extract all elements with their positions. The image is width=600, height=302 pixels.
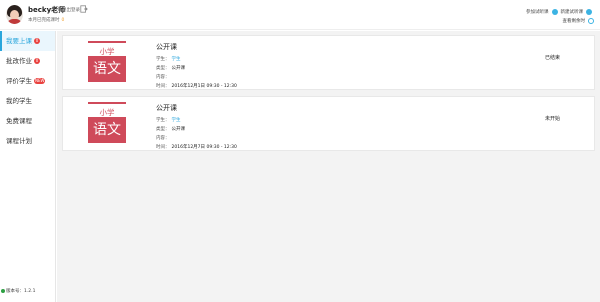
cloud-icon xyxy=(586,9,592,15)
time-field: 时间： 2016年12月7日 09:30 - 12:30 xyxy=(156,145,237,150)
remaining-link[interactable]: 查看剩余时 xyxy=(563,18,586,24)
badge-count: 0 xyxy=(34,38,40,44)
type-field: 类型： 公开课 xyxy=(156,66,185,71)
student-link[interactable]: 学生 xyxy=(172,57,181,62)
logout-icon[interactable] xyxy=(80,5,88,13)
time-field: 时间： 2016年12月1日 09:30 - 12:30 xyxy=(156,84,237,89)
course-title: 公开课 xyxy=(156,104,177,112)
month-label: 本月已完成课时 xyxy=(28,18,60,23)
sidebar-item-homework[interactable]: 批改作业 0 xyxy=(0,51,55,71)
logout-link[interactable]: 退出登录 xyxy=(62,7,80,13)
clock-icon xyxy=(588,18,594,24)
sidebar: 我要上课 0 批改作业 0 评价学生 NEW 我的学生 免费课程 课程计划 版本… xyxy=(0,31,56,302)
sidebar-item-label: 课程计划 xyxy=(6,137,32,145)
course-card[interactable]: 小学 语文 公开课 学生： 学生 类型： 公开课 内容： 时间： 2016年12月1日… xyxy=(62,35,595,90)
student-field: 学生： 学生 xyxy=(156,57,181,62)
course-card[interactable]: 小学 语文 公开课 学生： 学生 类型： 公开课 内容： 时间： 2016年12月7日… xyxy=(62,96,595,151)
join-trial-link[interactable]: 参加试听课 xyxy=(526,9,549,15)
header-links-2: 查看剩余时 xyxy=(563,18,594,24)
sidebar-item-label: 我的学生 xyxy=(6,97,32,105)
cover-subject: 语文 xyxy=(88,117,126,143)
sidebar-item-course-plan[interactable]: 课程计划 xyxy=(0,131,55,151)
sidebar-item-my-students[interactable]: 我的学生 xyxy=(0,91,55,111)
badge-count: 0 xyxy=(34,58,40,64)
status-badge: 已结束 xyxy=(545,55,561,61)
cover-subject: 语文 xyxy=(88,56,126,82)
teacher-name: becky老师 xyxy=(28,6,66,14)
status-dot-icon xyxy=(1,289,5,293)
sidebar-item-label: 批改作业 xyxy=(6,57,32,65)
header-links: 参加试听课 新建试听课 xyxy=(526,9,592,15)
content-field: 内容： xyxy=(156,75,170,80)
type-field: 类型： 公开课 xyxy=(156,127,185,132)
version-info: 版本号：1.2.1 xyxy=(1,288,35,294)
student-field: 学生： 学生 xyxy=(156,118,181,123)
new-trial-link[interactable]: 新建试听课 xyxy=(561,9,584,15)
month-completed: 本月已完成课时 0 xyxy=(28,17,64,23)
main-content: 小学 语文 公开课 学生： 学生 类型： 公开课 内容： 时间： 2016年12月1日… xyxy=(57,31,600,302)
content-field: 内容： xyxy=(156,136,170,141)
avatar[interactable] xyxy=(6,5,23,24)
course-cover-image: 小学 语文 xyxy=(88,102,126,143)
month-count: 0 xyxy=(61,18,65,23)
sidebar-item-my-class[interactable]: 我要上课 0 xyxy=(0,31,55,51)
sidebar-item-evaluate[interactable]: 评价学生 NEW xyxy=(0,71,55,91)
version-text: 版本号：1.2.1 xyxy=(6,289,36,294)
course-cover-image: 小学 语文 xyxy=(88,41,126,82)
course-title: 公开课 xyxy=(156,43,177,51)
top-header: becky老师 退出登录 本月已完成课时 0 参加试听课 新建试听课 查看剩余时 xyxy=(0,0,600,30)
new-badge: NEW xyxy=(34,78,46,84)
sidebar-item-free-courses[interactable]: 免费课程 xyxy=(0,111,55,131)
sidebar-item-label: 免费课程 xyxy=(6,117,32,125)
student-link[interactable]: 学生 xyxy=(172,118,181,123)
video-icon xyxy=(551,9,558,15)
sidebar-item-label: 我要上课 xyxy=(6,37,32,45)
sidebar-item-label: 评价学生 xyxy=(6,77,32,85)
status-badge: 未开始 xyxy=(545,116,561,122)
